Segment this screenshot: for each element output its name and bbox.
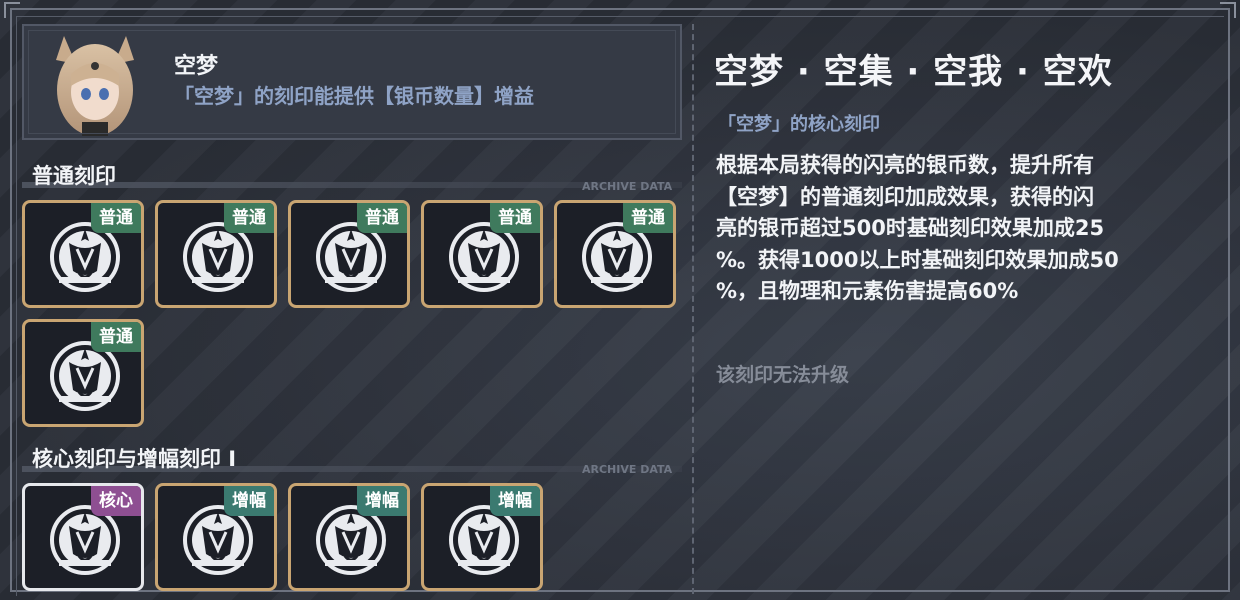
imprint-tile[interactable]: 核心 [22, 483, 144, 591]
character-portrait [42, 30, 148, 136]
imprint-description: 根据本局获得的闪亮的银币数，提升所有 【空梦】的普通刻印加成效果，获得的闪 亮的… [716, 153, 1119, 303]
frame-corner [4, 2, 20, 18]
imprint-type-badge: 普通 [490, 203, 540, 233]
pane-divider [692, 24, 694, 594]
imprint-tile[interactable]: 增幅 [421, 483, 543, 591]
imprint-tile[interactable]: 普通 [22, 319, 144, 427]
imprint-type-badge: 普通 [91, 322, 141, 352]
imprint-type-badge: 普通 [91, 203, 141, 233]
imprint-type-badge: 普通 [623, 203, 673, 233]
imprint-tile[interactable]: 增幅 [155, 483, 277, 591]
imprint-type-badge: 普通 [224, 203, 274, 233]
character-header: 空梦 「空梦」的刻印能提供【银币数量】增益 [22, 24, 682, 140]
imprint-tile[interactable]: 普通 [554, 200, 676, 308]
imprint-type-badge: 普通 [357, 203, 407, 233]
archive-data-label: ARCHIVE DATA [582, 463, 673, 476]
character-name: 空梦 [174, 54, 219, 79]
section-title-normal: 普通刻印 [32, 164, 116, 188]
frame-corner [1220, 2, 1236, 18]
imprint-type-badge: 增幅 [224, 486, 274, 516]
imprint-tile[interactable]: 增幅 [288, 483, 410, 591]
imprint-type-badge: 增幅 [490, 486, 540, 516]
imprint-tile[interactable]: 普通 [155, 200, 277, 308]
imprint-tile[interactable]: 普通 [288, 200, 410, 308]
imprint-type-badge: 增幅 [357, 486, 407, 516]
imprint-tile[interactable]: 普通 [421, 200, 543, 308]
character-description: 「空梦」的刻印能提供【银币数量】增益 [174, 84, 534, 108]
archive-data-label: ARCHIVE DATA [582, 180, 673, 193]
imprint-subtitle: 「空梦」的核心刻印 [718, 114, 880, 135]
section-title-core-amp: 核心刻印与增幅刻印 I [32, 447, 237, 471]
imprint-type-badge: 核心 [91, 486, 141, 516]
imprint-title: 空梦 · 空集 · 空我 · 空欢 [714, 52, 1113, 92]
imprint-upgrade-note: 该刻印无法升级 [716, 364, 850, 386]
imprint-tile[interactable]: 普通 [22, 200, 144, 308]
